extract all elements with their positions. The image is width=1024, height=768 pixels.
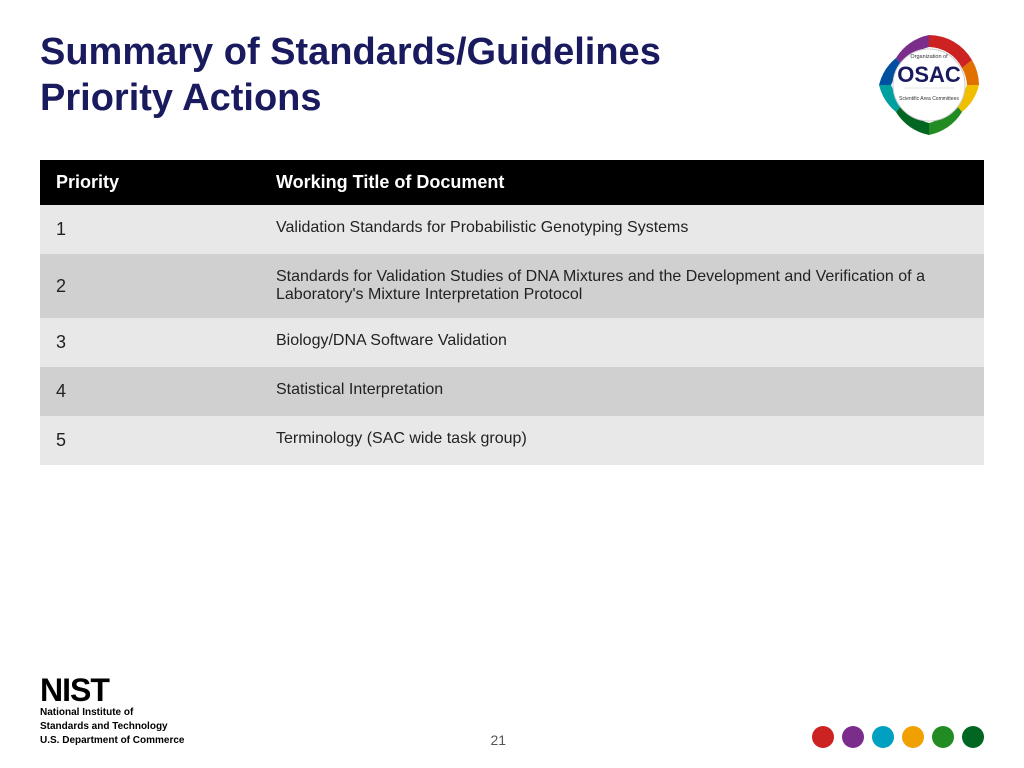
footer: NIST National Institute of Standards and… [40, 664, 984, 748]
color-dot [812, 726, 834, 748]
title-line2: Priority Actions [40, 77, 322, 119]
table-header-row: Priority Working Title of Document [40, 160, 984, 205]
title-cell: Biology/DNA Software Validation [260, 318, 984, 367]
priority-cell: 2 [40, 254, 260, 318]
slide-title: Summary of Standards/Guidelines Priority… [40, 30, 661, 121]
color-dots-container [812, 726, 984, 748]
table-row: 5Terminology (SAC wide task group) [40, 416, 984, 465]
table-row: 3Biology/DNA Software Validation [40, 318, 984, 367]
page-number: 21 [184, 732, 812, 748]
color-dot [842, 726, 864, 748]
title-line1: Summary of Standards/Guidelines [40, 31, 661, 73]
title-cell: Standards for Validation Studies of DNA … [260, 254, 984, 318]
priority-cell: 4 [40, 367, 260, 416]
priority-table: Priority Working Title of Document 1Vali… [40, 160, 984, 465]
color-dot [872, 726, 894, 748]
osac-logo: OSAC Organization of Scientific Area Com… [874, 30, 984, 140]
priority-cell: 5 [40, 416, 260, 465]
col-header-title: Working Title of Document [260, 160, 984, 205]
priority-table-container: Priority Working Title of Document 1Vali… [40, 160, 984, 654]
color-dot [932, 726, 954, 748]
table-row: 1Validation Standards for Probabilistic … [40, 205, 984, 254]
priority-cell: 3 [40, 318, 260, 367]
nist-logo: NIST National Institute of Standards and… [40, 674, 184, 748]
slide: Summary of Standards/Guidelines Priority… [0, 0, 1024, 768]
title-cell: Statistical Interpretation [260, 367, 984, 416]
nist-full-name: National Institute of Standards and Tech… [40, 706, 184, 748]
title-cell: Validation Standards for Probabilistic G… [260, 205, 984, 254]
svg-text:Scientific Area Committees: Scientific Area Committees [899, 96, 959, 102]
color-dot [962, 726, 984, 748]
svg-text:Organization of: Organization of [910, 54, 948, 60]
svg-text:OSAC: OSAC [897, 62, 961, 87]
nist-abbreviation: NIST [40, 674, 184, 706]
header-area: Summary of Standards/Guidelines Priority… [40, 30, 984, 140]
color-dot [902, 726, 924, 748]
table-row: 4Statistical Interpretation [40, 367, 984, 416]
priority-cell: 1 [40, 205, 260, 254]
title-cell: Terminology (SAC wide task group) [260, 416, 984, 465]
col-header-priority: Priority [40, 160, 260, 205]
table-row: 2Standards for Validation Studies of DNA… [40, 254, 984, 318]
